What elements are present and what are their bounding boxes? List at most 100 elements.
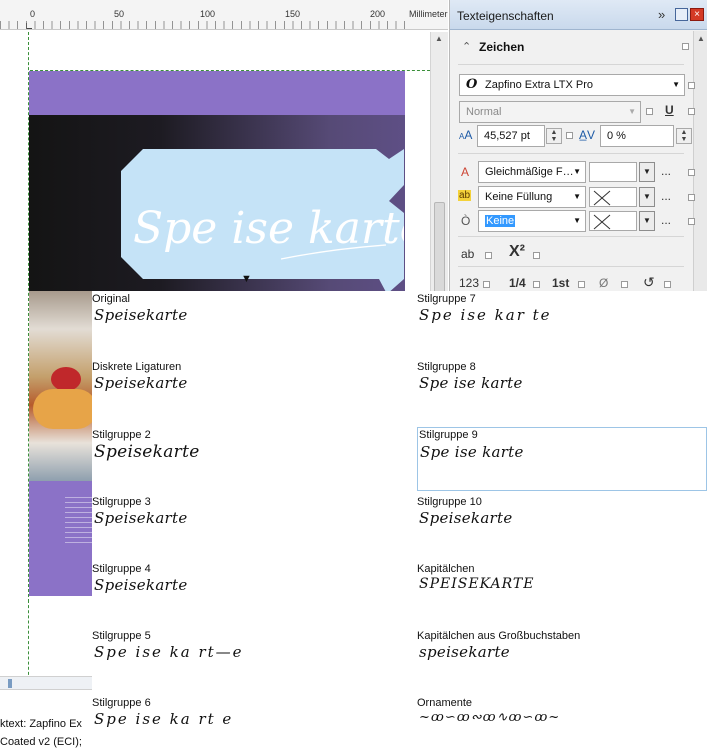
style-option-set-5[interactable]: Stilgruppe 5 Spe ise ka rt—e: [92, 628, 382, 692]
tracking-spinner[interactable]: ▲ ▼: [676, 128, 692, 144]
style-preview: Speisekarte: [94, 374, 188, 392]
outline-option-box[interactable]: [688, 218, 695, 225]
selection-marker-icon: ▼: [241, 273, 252, 285]
food-photo[interactable]: [29, 291, 99, 481]
outline-more-button[interactable]: ...: [661, 213, 671, 227]
style-option-set-3[interactable]: Stilgruppe 3 Speisekarte: [92, 494, 382, 558]
dropdown-arrow-icon[interactable]: ▼: [628, 107, 636, 116]
fill-type-value: Gleichmäßige F…: [485, 166, 574, 178]
fill-color-swatch[interactable]: [589, 162, 637, 182]
ordinal-option[interactable]: [578, 281, 585, 288]
tracking-input[interactable]: 0 %: [600, 125, 674, 147]
style-option-box[interactable]: [646, 108, 653, 115]
ruler-unit: Millimeter: [409, 9, 448, 19]
scroll-thumb[interactable]: [434, 202, 445, 297]
style-preview: Spe ise kar te: [419, 306, 552, 324]
font-name: Zapfino Extra LTX Pro: [485, 79, 594, 91]
section-header-zeichen[interactable]: ⌃ Zeichen: [450, 31, 690, 61]
style-option-set-6[interactable]: Stilgruppe 6 Spe ise ka rt e: [92, 695, 382, 751]
dropdown-arrow-icon[interactable]: ▼: [573, 167, 581, 176]
dropdown-arrow-icon[interactable]: ▼: [672, 80, 680, 89]
style-caption: Stilgruppe 6: [92, 697, 151, 709]
divider: [458, 266, 684, 267]
fraction-option[interactable]: [533, 281, 540, 288]
fill-color-dropdown[interactable]: ▼: [639, 162, 655, 182]
style-option-small-caps[interactable]: Kapitälchen SPEISEKARTE: [417, 561, 707, 625]
font-family-select[interactable]: O Zapfino Extra LTX Pro ▼: [459, 74, 685, 96]
underline-option-box[interactable]: [688, 108, 695, 115]
section-option-box[interactable]: [682, 43, 689, 50]
scroll-up-icon[interactable]: ▲: [435, 34, 443, 43]
superscript-icon[interactable]: X²: [509, 243, 525, 261]
speech-bubble-shape[interactable]: Spe ise karte: [121, 149, 404, 294]
numerals-icon[interactable]: 123: [459, 276, 479, 290]
swash-option[interactable]: [664, 281, 671, 288]
font-style-select[interactable]: Normal ▼: [459, 101, 641, 123]
panel-minimize-button[interactable]: [675, 8, 688, 21]
style-preview: Speisekarte: [94, 576, 188, 594]
fill-option-box[interactable]: [688, 169, 695, 176]
style-option-set-2[interactable]: Stilgruppe 2 Speisekarte: [92, 427, 382, 491]
underline-style-option[interactable]: [485, 252, 492, 259]
outline-pen-icon: Ò: [461, 214, 471, 228]
slashed-zero-icon[interactable]: Ø: [599, 276, 608, 290]
horizontal-ruler[interactable]: 0 50 100 150 200 Millimeter: [0, 0, 448, 30]
status-line-font: ktext: Zapfino Ex: [0, 718, 82, 730]
horizontal-scrollbar[interactable]: [0, 676, 92, 690]
outline-select[interactable]: Keine ▼: [478, 210, 586, 232]
style-preview: speisekarte: [419, 643, 510, 661]
sample-column-right: Stilgruppe 7 Spe ise kar te Stilgruppe 8…: [417, 291, 707, 751]
dropdown-arrow-icon[interactable]: ▼: [573, 192, 581, 201]
background-option-box[interactable]: [688, 194, 695, 201]
background-color-dropdown[interactable]: ▼: [639, 187, 655, 207]
background-more-button[interactable]: ...: [661, 189, 671, 203]
style-caption: Original: [92, 293, 130, 305]
ordinal-icon[interactable]: 1st: [552, 276, 569, 290]
outline-color-swatch[interactable]: [589, 211, 637, 231]
style-option-set-7[interactable]: Stilgruppe 7 Spe ise kar te: [417, 291, 707, 355]
size-option-box[interactable]: [566, 132, 573, 139]
hscroll-thumb[interactable]: [8, 679, 12, 688]
swash-icon[interactable]: ↺: [643, 274, 655, 291]
panel-scroll-up-icon[interactable]: ▲: [697, 34, 705, 43]
style-caption: Kapitälchen aus Großbuchstaben: [417, 630, 581, 642]
canvas-vertical-scrollbar[interactable]: ▲: [430, 32, 448, 297]
background-fill-value: Keine Füllung: [485, 191, 553, 203]
style-preview: Spe ise karte: [420, 443, 524, 461]
fill-more-button[interactable]: ...: [661, 164, 671, 178]
style-option-ornaments[interactable]: Ornamente ~ꝏ∽ꝏ∾ꝏ∿ꝏ∽ꝏ~: [417, 695, 707, 751]
style-option-original[interactable]: Original Speisekarte: [92, 291, 382, 355]
guide-line-vertical-lower[interactable]: [28, 600, 29, 680]
numerals-option[interactable]: [483, 281, 490, 288]
stylistic-sets-dropdown[interactable]: Original Speisekarte Diskrete Ligaturen …: [92, 291, 707, 751]
underline-icon[interactable]: U: [665, 103, 674, 117]
slashed-zero-option[interactable]: [621, 281, 628, 288]
underline-style-icon[interactable]: ab: [461, 247, 474, 261]
style-option-discrete-ligatures[interactable]: Diskrete Ligaturen Speisekarte: [92, 359, 382, 423]
style-option-set-10[interactable]: Stilgruppe 10 Speisekarte: [417, 494, 707, 558]
sample-column-left: Original Speisekarte Diskrete Ligaturen …: [92, 291, 417, 751]
panel-expand-icon[interactable]: »: [658, 7, 665, 22]
style-caption: Stilgruppe 2: [92, 429, 151, 441]
font-size-input[interactable]: 45,527 pt: [477, 125, 545, 147]
dropdown-arrow-icon[interactable]: ▼: [573, 216, 581, 225]
text-properties-panel: Texteigenschaften » × ⌃ Zeichen ▲ O Zapf…: [449, 0, 707, 292]
style-option-caps-to-small-caps[interactable]: Kapitälchen aus Großbuchstaben speisekar…: [417, 628, 707, 692]
panel-close-button[interactable]: ×: [690, 8, 704, 21]
outline-color-dropdown[interactable]: ▼: [639, 211, 655, 231]
panel-scrollbar[interactable]: ▲: [693, 31, 707, 292]
style-option-set-9[interactable]: Stilgruppe 9 Spe ise karte: [417, 427, 707, 491]
fraction-icon[interactable]: 1/4: [509, 276, 526, 290]
font-size-spinner[interactable]: ▲ ▼: [546, 128, 562, 144]
font-option-box[interactable]: [688, 82, 695, 89]
collapse-chevron-icon[interactable]: ⌃: [462, 40, 471, 53]
status-line-color-profile: Coated v2 (ECI);: [0, 736, 82, 748]
fill-type-select[interactable]: Gleichmäßige F… ▼: [478, 161, 586, 183]
background-fill-select[interactable]: Keine Füllung ▼: [478, 186, 586, 208]
style-option-set-8[interactable]: Stilgruppe 8 Spe ise karte: [417, 359, 707, 423]
background-color-swatch[interactable]: [589, 187, 637, 207]
style-option-set-4[interactable]: Stilgruppe 4 Speisekarte: [92, 561, 382, 625]
superscript-option[interactable]: [533, 252, 540, 259]
style-preview: ~ꝏ∽ꝏ∾ꝏ∿ꝏ∽ꝏ~: [419, 710, 561, 725]
style-caption: Stilgruppe 3: [92, 496, 151, 508]
